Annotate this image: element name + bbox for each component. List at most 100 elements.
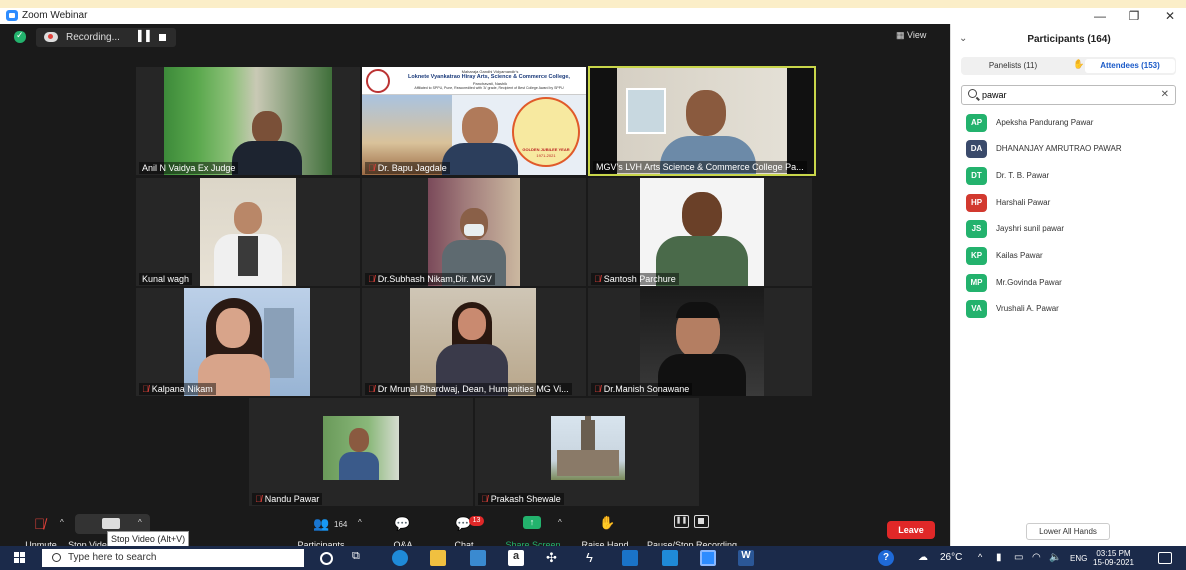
close-button[interactable]: ✕ bbox=[1160, 9, 1180, 23]
participant-name-text: Dr. Bapu Jagdale bbox=[377, 163, 447, 173]
taskbar-search[interactable]: Type here to search bbox=[42, 549, 304, 567]
pause-recording-icon[interactable]: ▌▌ bbox=[138, 31, 154, 42]
chat-badge: 13 bbox=[469, 516, 484, 526]
participants-panel: ⌄ Participants (164) Panelists (11) ✋ At… bbox=[950, 24, 1186, 546]
participant-name: Mr.Govinda Pawar bbox=[996, 278, 1062, 287]
lightning-icon[interactable]: ϟ bbox=[586, 550, 602, 566]
language-indicator[interactable]: ENG bbox=[1070, 554, 1087, 563]
battery-icon[interactable]: ▭ bbox=[1014, 552, 1023, 563]
chevron-up-icon[interactable]: ^ bbox=[138, 518, 142, 527]
list-item[interactable]: DA DHANANJAY AMRUTRAO PAWAR bbox=[966, 139, 1176, 159]
video-feed bbox=[590, 68, 814, 174]
raise-hand-icon[interactable]: ✋ bbox=[599, 515, 615, 531]
windows-start-icon[interactable] bbox=[14, 552, 26, 564]
recording-indicator: Recording... ▌▌ bbox=[36, 28, 176, 47]
stop-recording-icon[interactable] bbox=[694, 515, 709, 528]
list-item[interactable]: MP Mr.Govinda Pawar bbox=[966, 273, 1176, 293]
minimize-button[interactable]: — bbox=[1090, 9, 1110, 23]
lower-all-hands-button[interactable]: Lower All Hands bbox=[1026, 523, 1110, 540]
qa-icon[interactable]: 💬 bbox=[394, 516, 410, 532]
cloud-weather-icon: ☁ bbox=[918, 552, 928, 563]
video-tile[interactable]: Anil N Vaidya Ex Judge bbox=[136, 67, 360, 175]
temperature[interactable]: 26°C bbox=[940, 552, 962, 563]
video-tile[interactable]: 🎙̸ Dr Mrunal Bhardwaj, Dean, Humanities M… bbox=[362, 288, 586, 396]
muted-mic-icon: 🎙̸ bbox=[368, 163, 375, 173]
list-item[interactable]: DT Dr. T. B. Pawar bbox=[966, 166, 1176, 186]
participant-name: 🎙̸ Dr. Bapu Jagdale bbox=[365, 162, 450, 174]
recording-label: Recording... bbox=[66, 32, 120, 43]
muted-mic-icon: 🎙̸ bbox=[594, 384, 601, 394]
zoom-taskbar-icon[interactable] bbox=[700, 550, 716, 566]
volume-icon[interactable]: 🔈 bbox=[1049, 552, 1061, 563]
video-tile[interactable]: Kunal wagh bbox=[136, 178, 360, 286]
video-tile[interactable]: Maharaja Gandhi Vidyamandir's Loknete Vy… bbox=[362, 67, 586, 175]
top-strip bbox=[0, 0, 1186, 8]
word-icon[interactable]: W bbox=[738, 550, 754, 566]
file-explorer-icon[interactable] bbox=[430, 550, 446, 566]
mail-icon[interactable] bbox=[470, 550, 486, 566]
chevron-up-icon[interactable]: ^ bbox=[358, 518, 362, 527]
tab-attendees[interactable]: Attendees (153) bbox=[1085, 59, 1175, 73]
outlook-icon[interactable] bbox=[622, 550, 638, 566]
avatar: JS bbox=[966, 220, 987, 238]
shield-icon[interactable] bbox=[14, 30, 26, 43]
restore-button[interactable]: ❐ bbox=[1124, 9, 1144, 23]
share-screen-icon[interactable]: ↑ bbox=[523, 516, 541, 529]
avatar: VA bbox=[966, 300, 987, 318]
zoom-logo-icon bbox=[6, 10, 18, 21]
chevron-up-icon[interactable]: ^ bbox=[60, 518, 64, 527]
clear-search-icon[interactable]: ✕ bbox=[1161, 89, 1169, 100]
list-item[interactable]: JS Jayshri sunil pawar bbox=[966, 219, 1176, 239]
task-view-icon[interactable]: ⧉ bbox=[352, 550, 368, 566]
participants-icon[interactable]: 👥 bbox=[313, 516, 329, 532]
participant-search[interactable]: ✕ bbox=[961, 85, 1176, 105]
list-item[interactable]: HP Harshali Pawar bbox=[966, 193, 1176, 213]
avatar: KP bbox=[966, 247, 987, 265]
taskbar-search-placeholder: Type here to search bbox=[68, 552, 157, 563]
meeting-area: Recording... ▌▌ ▦ View Anil N Vaidya Ex … bbox=[0, 24, 950, 570]
video-tile[interactable]: 🎙̸ Santosh Parchure bbox=[588, 178, 812, 286]
list-item[interactable]: VA Vrushali A. Pawar bbox=[966, 299, 1176, 319]
dropbox-icon[interactable]: ✣ bbox=[546, 550, 562, 566]
video-tile[interactable]: 🎙̸ Kalpana Nikam bbox=[136, 288, 360, 396]
participant-name-text: Dr.Manish Sonawane bbox=[603, 384, 690, 394]
store-icon[interactable]: a bbox=[508, 550, 524, 566]
clock[interactable]: 03:15 PM 15-09-2021 bbox=[1093, 549, 1134, 567]
muted-mic-icon[interactable]: 🎙̸ bbox=[34, 516, 45, 533]
chevron-up-icon[interactable]: ^ bbox=[558, 518, 562, 527]
video-camera-icon[interactable] bbox=[102, 518, 120, 529]
participant-name: 🎙̸ Dr.Manish Sonawane bbox=[591, 383, 693, 395]
edge-icon[interactable] bbox=[392, 550, 408, 566]
tray-chevron-icon[interactable]: ^ bbox=[978, 552, 982, 562]
pause-recording-icon[interactable]: ❚❚ bbox=[674, 515, 689, 528]
participant-name-text: Nandu Pawar bbox=[264, 494, 320, 504]
view-button[interactable]: ▦ View bbox=[896, 30, 926, 41]
muted-mic-icon: 🎙̸ bbox=[142, 384, 149, 394]
help-icon[interactable]: ? bbox=[878, 550, 894, 566]
video-tile[interactable]: 🎙̸ Dr.Manish Sonawane bbox=[588, 288, 812, 396]
video-tile-active-speaker[interactable]: MGV's LVH Arts Science & Commerce Colleg… bbox=[588, 66, 816, 176]
stop-recording-icon[interactable] bbox=[159, 34, 166, 41]
usb-icon[interactable]: ▮ bbox=[996, 552, 1002, 563]
participant-name: Anil N Vaidya Ex Judge bbox=[139, 162, 239, 174]
video-tile[interactable]: 🎙̸ Prakash Shewale bbox=[475, 398, 699, 506]
cortana-icon[interactable] bbox=[320, 552, 333, 565]
participant-name: Kailas Pawar bbox=[996, 251, 1043, 260]
video-feed bbox=[640, 288, 764, 396]
avatar: AP bbox=[966, 114, 987, 132]
app-icon[interactable] bbox=[662, 550, 678, 566]
muted-mic-icon: 🎙̸ bbox=[255, 494, 262, 504]
leave-button[interactable]: Leave bbox=[887, 521, 935, 539]
video-feed bbox=[184, 288, 310, 396]
participant-name: Dr. T. B. Pawar bbox=[996, 171, 1050, 180]
list-item[interactable]: AP Apeksha Pandurang Pawar bbox=[966, 113, 1176, 133]
notifications-icon[interactable] bbox=[1158, 552, 1172, 564]
list-item[interactable]: KP Kailas Pawar bbox=[966, 246, 1176, 266]
video-tile[interactable]: 🎙̸ Dr.Subhash Nikam,Dir. MGV bbox=[362, 178, 586, 286]
video-tile[interactable]: 🎙̸ Nandu Pawar bbox=[249, 398, 473, 506]
participant-name-text: Dr.Subhash Nikam,Dir. MGV bbox=[377, 274, 492, 284]
tab-panelists[interactable]: Panelists (11) bbox=[965, 59, 1061, 73]
wifi-icon[interactable]: ◠ bbox=[1032, 552, 1041, 563]
panel-title: Participants (164) bbox=[1027, 34, 1111, 45]
search-input[interactable] bbox=[982, 88, 1152, 102]
